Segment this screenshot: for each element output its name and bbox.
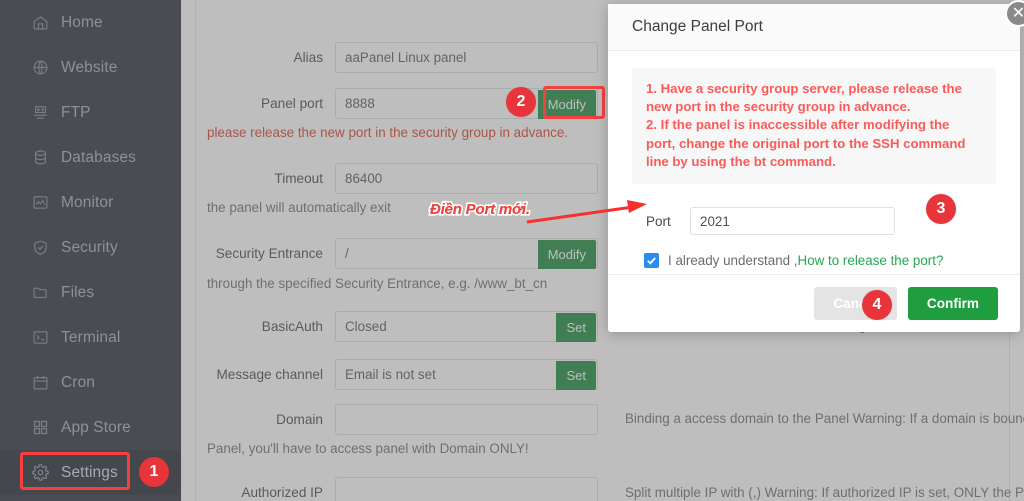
warning-line-1: 1. Have a security group server, please … [646,81,962,115]
how-to-release-port-link[interactable]: How to release the port? [798,253,944,268]
warning-box: 1. Have a security group server, please … [632,68,996,185]
dialog-footer: Cancel Confirm [608,274,1020,333]
understand-label: I already understand , [668,253,798,269]
dialog-body: 1. Have a security group server, please … [608,51,1020,274]
step-badge-3: 3 [926,194,956,224]
step-badge-1: 1 [139,457,169,487]
dialog-title: Change Panel Port [632,18,763,35]
aapanel-settings-screen: Alias aaPanel Linux panel Panel port 888… [0,0,1024,501]
understand-checkbox[interactable] [644,253,659,269]
warning-line-2: 2. If the panel is inaccessible after mo… [646,117,966,169]
annotation-vn-text: Điền Port mới. [430,201,530,218]
port-value: 2021 [700,213,730,229]
port-input[interactable]: 2021 [690,207,895,236]
understand-checkbox-row: I already understand , How to release th… [632,253,996,269]
annotation-arrow-icon [526,200,647,224]
step-badge-2: 2 [506,87,536,117]
change-panel-port-dialog: Change Panel Port ✕ 1. Have a security g… [608,0,1024,333]
dialog-header: Change Panel Port [608,4,1020,51]
step-badge-4: 4 [862,290,892,320]
confirm-button[interactable]: Confirm [907,287,998,321]
